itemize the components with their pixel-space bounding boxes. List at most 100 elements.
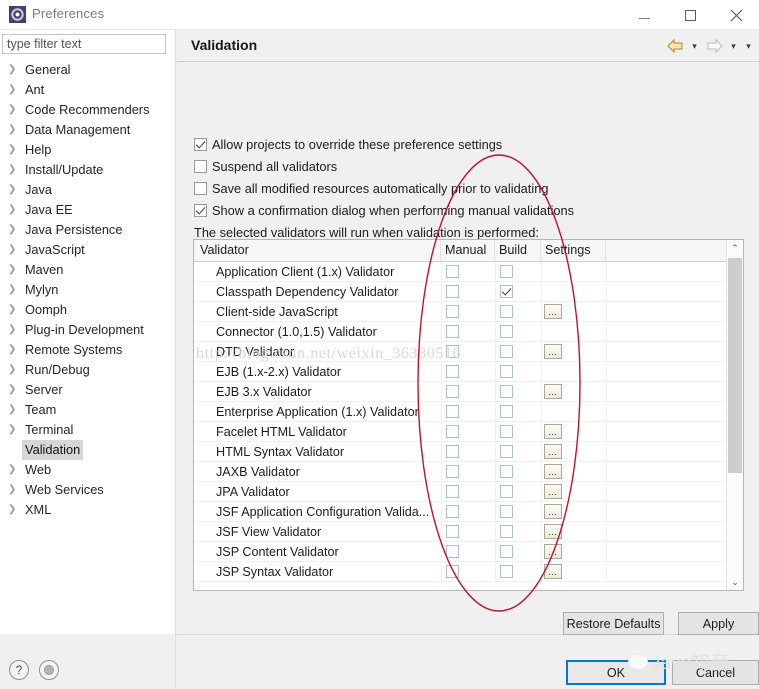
sidebar-item-javascript[interactable]: ❯JavaScript	[0, 240, 175, 260]
sidebar-item-mylyn[interactable]: ❯Mylyn	[0, 280, 175, 300]
settings-ellipsis-button[interactable]: …	[544, 524, 562, 539]
chevron-right-icon[interactable]: ❯	[8, 160, 16, 180]
table-row[interactable]: Enterprise Application (1.x) Validator	[194, 402, 743, 422]
option-checkbox-row-4[interactable]: Show a confirmation dialog when performi…	[194, 200, 574, 220]
forward-arrow-icon[interactable]	[703, 37, 725, 55]
search-input[interactable]	[2, 34, 166, 54]
checkbox-icon[interactable]	[194, 160, 207, 173]
chevron-right-icon[interactable]: ❯	[8, 380, 16, 400]
table-scrollbar[interactable]: ⌃ ⌄	[726, 240, 743, 590]
manual-checkbox[interactable]	[446, 345, 459, 358]
table-row[interactable]: JSF View Validator…	[194, 522, 743, 542]
settings-ellipsis-button[interactable]: …	[544, 464, 562, 479]
option-checkbox-row-1[interactable]: Allow projects to override these prefere…	[194, 134, 502, 154]
build-checkbox[interactable]	[500, 445, 513, 458]
table-row[interactable]: DTD Validator…	[194, 342, 743, 362]
build-checkbox[interactable]	[500, 365, 513, 378]
table-row[interactable]: Classpath Dependency Validator	[194, 282, 743, 302]
settings-ellipsis-button[interactable]: …	[544, 444, 562, 459]
build-checkbox[interactable]	[500, 545, 513, 558]
settings-ellipsis-button[interactable]: …	[544, 384, 562, 399]
chevron-right-icon[interactable]: ❯	[8, 60, 16, 80]
manual-checkbox[interactable]	[446, 565, 459, 578]
table-row[interactable]: EJB (1.x-2.x) Validator	[194, 362, 743, 382]
column-header-build[interactable]: Build	[495, 240, 541, 261]
chevron-right-icon[interactable]: ❯	[8, 260, 16, 280]
manual-checkbox[interactable]	[446, 425, 459, 438]
checkbox-icon[interactable]	[194, 182, 207, 195]
checkbox-icon[interactable]	[194, 204, 207, 217]
column-header-manual[interactable]: Manual	[441, 240, 495, 261]
table-row[interactable]: JSF Application Configuration Valida...…	[194, 502, 743, 522]
chevron-right-icon[interactable]: ❯	[8, 360, 16, 380]
manual-checkbox[interactable]	[446, 285, 459, 298]
help-icon[interactable]: ?	[9, 660, 29, 680]
sidebar-item-general[interactable]: ❯General	[0, 60, 175, 80]
close-icon[interactable]	[713, 0, 759, 30]
sidebar-item-oomph[interactable]: ❯Oomph	[0, 300, 175, 320]
settings-ellipsis-button[interactable]: …	[544, 344, 562, 359]
sidebar-item-maven[interactable]: ❯Maven	[0, 260, 175, 280]
chevron-right-icon[interactable]: ❯	[8, 180, 16, 200]
manual-checkbox[interactable]	[446, 525, 459, 538]
back-dropdown-caret-icon[interactable]: ▾	[688, 37, 701, 55]
settings-ellipsis-button[interactable]: …	[544, 424, 562, 439]
table-row[interactable]: Client-side JavaScript…	[194, 302, 743, 322]
sidebar-item-xml[interactable]: ❯XML	[0, 500, 175, 520]
manual-checkbox[interactable]	[446, 485, 459, 498]
build-checkbox[interactable]	[500, 265, 513, 278]
chevron-right-icon[interactable]: ❯	[8, 200, 16, 220]
table-row[interactable]: JSP Content Validator…	[194, 542, 743, 562]
sidebar-item-help[interactable]: ❯Help	[0, 140, 175, 160]
manual-checkbox[interactable]	[446, 545, 459, 558]
build-checkbox[interactable]	[500, 485, 513, 498]
column-header-validator[interactable]: Validator	[194, 240, 441, 261]
sidebar-item-server[interactable]: ❯Server	[0, 380, 175, 400]
sidebar-item-code-recommenders[interactable]: ❯Code Recommenders	[0, 100, 175, 120]
chevron-right-icon[interactable]: ❯	[8, 80, 16, 100]
sidebar-item-java-persistence[interactable]: ❯Java Persistence	[0, 220, 175, 240]
build-checkbox[interactable]	[500, 565, 513, 578]
checkbox-icon[interactable]	[194, 138, 207, 151]
chevron-right-icon[interactable]: ❯	[8, 420, 16, 440]
sidebar-item-web-services[interactable]: ❯Web Services	[0, 480, 175, 500]
scroll-up-icon[interactable]: ⌃	[727, 240, 743, 256]
sidebar-item-run-debug[interactable]: ❯Run/Debug	[0, 360, 175, 380]
table-row[interactable]: JSP Syntax Validator…	[194, 562, 743, 582]
build-checkbox[interactable]	[500, 325, 513, 338]
option-checkbox-row-2[interactable]: Suspend all validators	[194, 156, 337, 176]
build-checkbox[interactable]	[500, 305, 513, 318]
sidebar-item-terminal[interactable]: ❯Terminal	[0, 420, 175, 440]
build-checkbox[interactable]	[500, 505, 513, 518]
settings-ellipsis-button[interactable]: …	[544, 504, 562, 519]
forward-dropdown-caret-icon[interactable]: ▾	[727, 37, 740, 55]
restore-defaults-button[interactable]: Restore Defaults	[563, 612, 664, 635]
table-row[interactable]: Application Client (1.x) Validator	[194, 262, 743, 282]
build-checkbox[interactable]	[500, 285, 513, 298]
sidebar-item-team[interactable]: ❯Team	[0, 400, 175, 420]
sidebar-item-java[interactable]: ❯Java	[0, 180, 175, 200]
settings-circle-icon[interactable]	[39, 660, 59, 680]
sidebar-item-ant[interactable]: ❯Ant	[0, 80, 175, 100]
chevron-right-icon[interactable]: ❯	[8, 220, 16, 240]
manual-checkbox[interactable]	[446, 405, 459, 418]
sidebar-item-data-management[interactable]: ❯Data Management	[0, 120, 175, 140]
chevron-right-icon[interactable]: ❯	[8, 480, 16, 500]
maximize-button[interactable]	[667, 0, 713, 30]
table-row[interactable]: EJB 3.x Validator…	[194, 382, 743, 402]
chevron-right-icon[interactable]: ❯	[8, 120, 16, 140]
minimize-button[interactable]	[621, 0, 667, 30]
settings-ellipsis-button[interactable]: …	[544, 544, 562, 559]
settings-ellipsis-button[interactable]: …	[544, 484, 562, 499]
cancel-button[interactable]: Cancel	[672, 660, 759, 685]
manual-checkbox[interactable]	[446, 445, 459, 458]
chevron-right-icon[interactable]: ❯	[8, 140, 16, 160]
manual-checkbox[interactable]	[446, 385, 459, 398]
ok-button[interactable]: OK	[566, 660, 666, 685]
page-menu-caret-icon[interactable]: ▾	[742, 37, 755, 55]
preference-tree[interactable]: ❯General❯Ant❯Code Recommenders❯Data Mana…	[0, 60, 175, 630]
apply-button[interactable]: Apply	[678, 612, 759, 635]
manual-checkbox[interactable]	[446, 265, 459, 278]
column-header-settings[interactable]: Settings	[541, 240, 606, 261]
manual-checkbox[interactable]	[446, 505, 459, 518]
